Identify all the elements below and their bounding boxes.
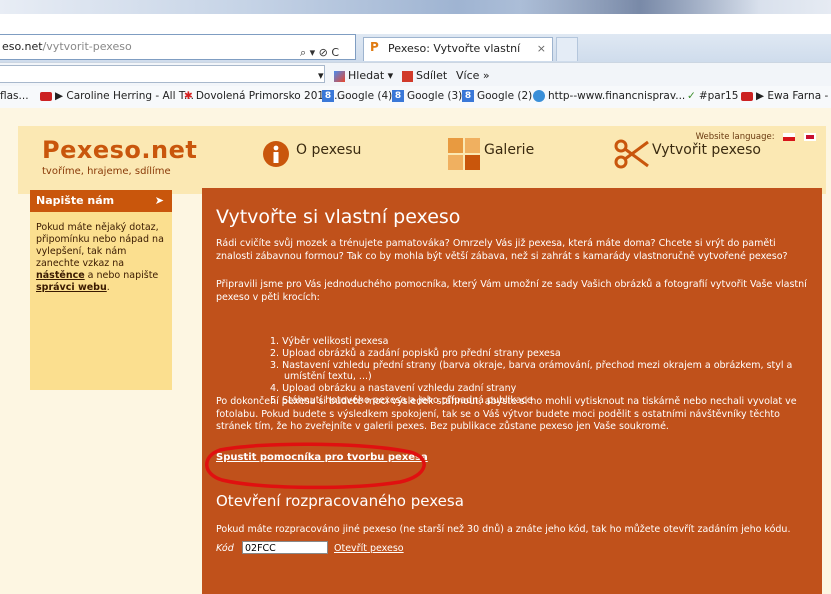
step-item: 3. Nastavení vzhledu přední strany (barv… bbox=[270, 359, 793, 371]
browser-titlebar bbox=[0, 0, 831, 14]
site-header: Pexeso.net tvoříme, hrajeme, sdílíme O p… bbox=[18, 126, 826, 194]
sdilet-label: Sdílet bbox=[416, 69, 448, 82]
dropdown-chevron-icon[interactable]: ▾ bbox=[318, 69, 324, 82]
link-nastenka[interactable]: nástěnce bbox=[36, 270, 85, 281]
language-selector: Website language: bbox=[696, 132, 816, 142]
open-section-title: Otevření rozpracovaného pexesa bbox=[216, 492, 464, 510]
google-icon: 8 bbox=[322, 90, 334, 102]
kod-label: Kód bbox=[216, 543, 234, 554]
sidebar-header: Napište nám ➤ bbox=[30, 190, 172, 212]
address-bar[interactable]: eso.net/vytvorit-pexeso ⌕ ▾ ⊘ C bbox=[0, 34, 356, 60]
open-section-text: Pokud máte rozpracováno jiné pexeso (ne … bbox=[216, 524, 791, 535]
share-icon bbox=[402, 70, 413, 82]
address-host: eso.net bbox=[2, 40, 43, 53]
site-logo[interactable]: Pexeso.net bbox=[42, 136, 197, 164]
kod-input[interactable]: 02FCC bbox=[242, 541, 328, 554]
tab-close-icon[interactable]: × bbox=[537, 38, 546, 60]
step-item: umístění textu, ...) bbox=[284, 371, 372, 383]
new-tab-button[interactable] bbox=[556, 37, 578, 61]
open-pexeso-link[interactable]: Otevřít pexeso bbox=[334, 543, 404, 554]
sidebar-contact: Napište nám ➤ Pokud máte nějaký dotaz, p… bbox=[30, 190, 172, 390]
hledat-label: Hledat bbox=[348, 69, 385, 82]
google-icon: 8 bbox=[392, 90, 404, 102]
fav-label: Google (2) bbox=[477, 90, 533, 102]
fav-item[interactable]: ✱ Dovolená Primorsko 2015 ... bbox=[184, 90, 344, 102]
pexeso-favicon: P bbox=[370, 40, 379, 54]
ie-icon bbox=[533, 90, 545, 102]
kod-label-text: Kód bbox=[216, 543, 234, 554]
after-paragraph: Po dokončení pexesa si budete moci výsle… bbox=[216, 396, 797, 432]
fav-label: ▶ Ewa Farna - bbox=[756, 90, 829, 102]
uk-flag-icon[interactable] bbox=[804, 132, 816, 141]
red-annotation-ellipse bbox=[205, 442, 426, 490]
sidebar-text-part: a nebo napište bbox=[84, 270, 159, 281]
fav-label: Google (4) bbox=[337, 90, 393, 102]
address-path: /vytvorit-pexeso bbox=[42, 40, 132, 53]
address-row: eso.net/vytvorit-pexeso ⌕ ▾ ⊘ C P Pexeso… bbox=[0, 34, 831, 77]
fav-label: Google (3) bbox=[407, 90, 463, 102]
fav-item[interactable]: ✓ #par15 bbox=[687, 90, 738, 102]
fav-label: #par15 bbox=[698, 90, 739, 102]
sdilet-button[interactable]: Sdílet bbox=[402, 69, 447, 82]
browser-tab[interactable]: P Pexeso: Vytvořte vlastní kart... × bbox=[363, 37, 553, 77]
sidebar-text: Pokud máte nějaký dotaz, připomínku nebo… bbox=[36, 222, 166, 294]
sidebar-text-part: Pokud máte nějaký dotaz, připomínku nebo… bbox=[36, 222, 164, 269]
fav-item[interactable]: 8 Google (4) bbox=[322, 90, 392, 102]
gallery-icon bbox=[448, 138, 480, 170]
site-tagline: tvoříme, hrajeme, sdílíme bbox=[42, 166, 171, 177]
favorites-bar: flas... ▶ Caroline Herring - All T... ✱ D… bbox=[0, 86, 831, 109]
check-icon: ✓ bbox=[687, 90, 696, 102]
main-content: Vytvořte si vlastní pexeso Rádi cvičíte … bbox=[202, 188, 822, 594]
czech-flag-icon[interactable] bbox=[783, 132, 796, 141]
fav-label: ▶ Caroline Herring - All T... bbox=[55, 90, 195, 102]
fav-item[interactable]: ▶ Caroline Herring - All T... bbox=[40, 90, 194, 102]
vice-button[interactable]: Více » bbox=[456, 69, 490, 82]
scissors-icon bbox=[614, 139, 649, 169]
youtube-icon bbox=[40, 91, 52, 101]
link-spravce-webu[interactable]: správci webu bbox=[36, 282, 107, 293]
fav-item[interactable]: ▶ Ewa Farna - bbox=[741, 90, 828, 102]
step-item: 2. Upload obrázků a zadání popisků pro p… bbox=[270, 347, 561, 359]
step-item: 4. Upload obrázku a nastavení vzhledu za… bbox=[270, 383, 517, 395]
fav-item[interactable]: flas... bbox=[0, 90, 29, 102]
nav-o-pexesu[interactable]: O pexesu bbox=[296, 142, 361, 158]
command-bar: ▾ Hledat ▾ Sdílet Více » bbox=[0, 62, 831, 87]
web-page: Pexeso.net tvoříme, hrajeme, sdílíme O p… bbox=[0, 108, 831, 594]
arrow-right-icon: ➤ bbox=[154, 194, 164, 207]
google-icon: 8 bbox=[462, 90, 474, 102]
search-field[interactable] bbox=[0, 65, 325, 83]
google-search-icon bbox=[334, 70, 345, 82]
youtube-icon bbox=[741, 91, 753, 101]
intro-paragraph: Rádi cvičíte svůj mozek a trénujete pama… bbox=[216, 238, 788, 262]
fav-item[interactable]: http--www.financnisprav... bbox=[533, 90, 685, 102]
hledat-button[interactable]: Hledat ▾ bbox=[334, 69, 393, 82]
sidebar-text-part: . bbox=[106, 282, 110, 293]
nav-galerie[interactable]: Galerie bbox=[484, 142, 534, 158]
step-item: 1. Výběr velikosti pexesa bbox=[270, 336, 389, 347]
nav-vytvorit-pexeso[interactable]: Vytvořit pexeso bbox=[652, 142, 761, 158]
helper-paragraph: Připravili jsme pro Vás jednoduchého pom… bbox=[216, 279, 807, 303]
fav-item[interactable]: 8 Google (3) bbox=[392, 90, 462, 102]
fav-item[interactable]: 8 Google (2) bbox=[462, 90, 532, 102]
fav-label: flas... bbox=[0, 90, 29, 102]
fav-label: http--www.financnisprav... bbox=[548, 90, 686, 102]
language-label: Website language: bbox=[695, 132, 775, 142]
info-icon bbox=[263, 141, 289, 167]
star-icon: ✱ bbox=[184, 90, 193, 102]
page-title: Vytvořte si vlastní pexeso bbox=[216, 206, 461, 228]
sidebar-title: Napište nám bbox=[36, 194, 115, 207]
